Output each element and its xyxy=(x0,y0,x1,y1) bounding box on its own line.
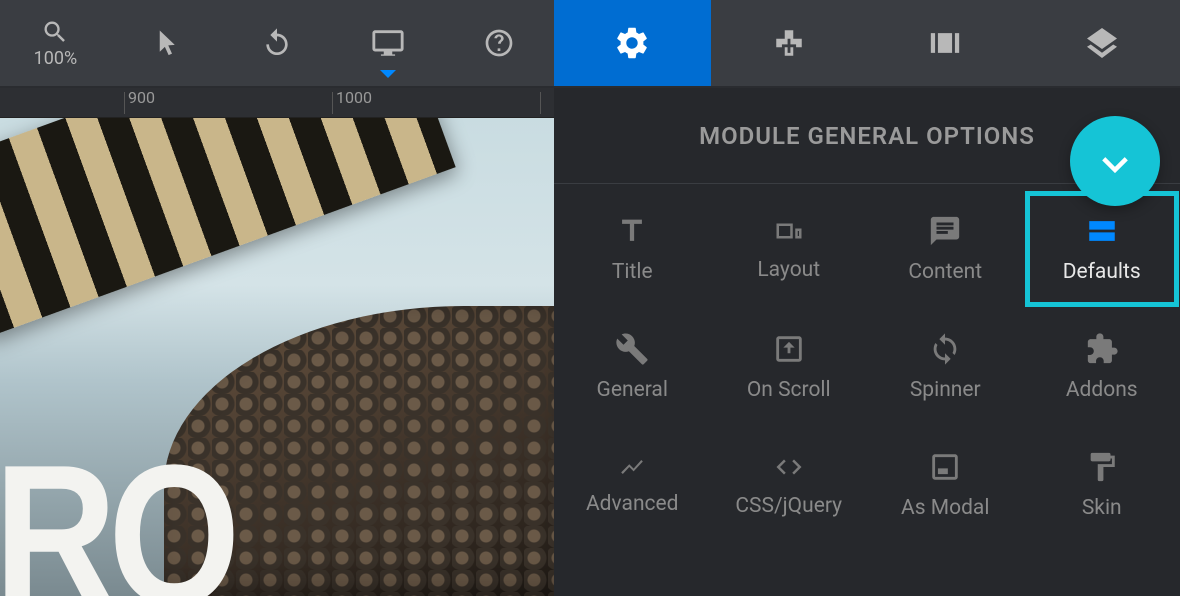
option-label: On Scroll xyxy=(747,378,831,402)
zoom-tool[interactable]: 100% xyxy=(0,0,111,86)
option-label: General xyxy=(597,378,668,402)
option-onscroll[interactable]: On Scroll xyxy=(711,308,868,426)
decorative-stripes xyxy=(0,118,456,338)
option-title[interactable]: Title xyxy=(554,190,711,308)
option-label: As Modal xyxy=(901,496,989,520)
slide-preview: RO xyxy=(0,118,554,596)
modal-icon xyxy=(928,450,962,484)
option-advanced[interactable]: Advanced xyxy=(554,426,711,544)
toolbar-right-group xyxy=(554,0,1180,86)
undo-icon xyxy=(261,27,293,59)
option-label: Addons xyxy=(1066,378,1138,402)
defaults-icon xyxy=(1085,214,1119,248)
canvas-preview[interactable]: RO xyxy=(0,118,554,596)
options-grid: Title Layout Content Defaults General On… xyxy=(554,184,1180,544)
help-tool[interactable] xyxy=(443,0,554,86)
layers-tab[interactable] xyxy=(1024,0,1180,86)
slide-text-layer: RO xyxy=(0,436,232,596)
gear-icon xyxy=(613,24,651,62)
slides-tab[interactable] xyxy=(867,0,1024,86)
ruler-mark: 900 xyxy=(128,88,155,107)
option-label: CSS/jQuery xyxy=(735,494,842,518)
zoom-label: 100% xyxy=(34,48,78,69)
top-toolbar: 100% xyxy=(0,0,1180,88)
option-defaults[interactable]: Defaults xyxy=(1024,190,1180,308)
ruler-tick-icon xyxy=(540,92,541,114)
option-general[interactable]: General xyxy=(554,308,711,426)
option-label: Layout xyxy=(757,258,820,282)
option-label: Defaults xyxy=(1063,260,1141,284)
desktop-icon xyxy=(371,26,405,60)
wrench-icon xyxy=(615,332,649,366)
code-icon xyxy=(770,452,808,482)
option-cssjquery[interactable]: CSS/jQuery xyxy=(711,426,868,544)
option-label: Spinner xyxy=(910,378,981,402)
option-layout[interactable]: Layout xyxy=(711,190,868,308)
settings-tab[interactable] xyxy=(554,0,711,86)
device-tool[interactable] xyxy=(332,0,443,86)
undo-tool[interactable] xyxy=(222,0,333,86)
ruler-mark: 1000 xyxy=(336,88,372,107)
layout-icon xyxy=(769,216,809,246)
cursor-tool[interactable] xyxy=(111,0,222,86)
option-addons[interactable]: Addons xyxy=(1024,308,1180,426)
navigation-tab[interactable] xyxy=(711,0,868,86)
option-label: Skin xyxy=(1082,496,1122,520)
option-asmodal[interactable]: As Modal xyxy=(867,426,1024,544)
option-label: Advanced xyxy=(586,492,679,516)
panel-header: MODULE GENERAL OPTIONS xyxy=(554,88,1180,184)
options-panel: MODULE GENERAL OPTIONS Title Layout Cont… xyxy=(554,88,1180,596)
cursor-icon xyxy=(151,28,181,58)
ruler-tick-icon xyxy=(124,92,125,114)
slides-icon xyxy=(925,26,965,60)
roller-icon xyxy=(1085,450,1119,484)
option-label: Content xyxy=(908,260,982,284)
help-icon xyxy=(483,27,515,59)
option-content[interactable]: Content xyxy=(867,190,1024,308)
toolbar-left-group: 100% xyxy=(0,0,554,86)
option-skin[interactable]: Skin xyxy=(1024,426,1180,544)
spinner-icon xyxy=(928,332,962,366)
advanced-icon xyxy=(613,454,651,480)
search-icon xyxy=(41,18,69,46)
ruler-tick-icon xyxy=(332,92,333,114)
horizontal-ruler: 900 1000 xyxy=(0,88,554,118)
option-spinner[interactable]: Spinner xyxy=(867,308,1024,426)
dropdown-indicator-icon xyxy=(380,70,396,78)
title-icon xyxy=(615,214,649,248)
puzzle-icon xyxy=(1085,332,1119,366)
onscroll-icon xyxy=(772,332,806,366)
content-icon xyxy=(928,214,962,248)
dpad-icon xyxy=(772,26,806,60)
download-arrow-icon xyxy=(1088,134,1142,188)
panel-title: MODULE GENERAL OPTIONS xyxy=(699,122,1035,150)
option-label: Title xyxy=(612,260,653,284)
layers-icon xyxy=(1084,25,1120,61)
